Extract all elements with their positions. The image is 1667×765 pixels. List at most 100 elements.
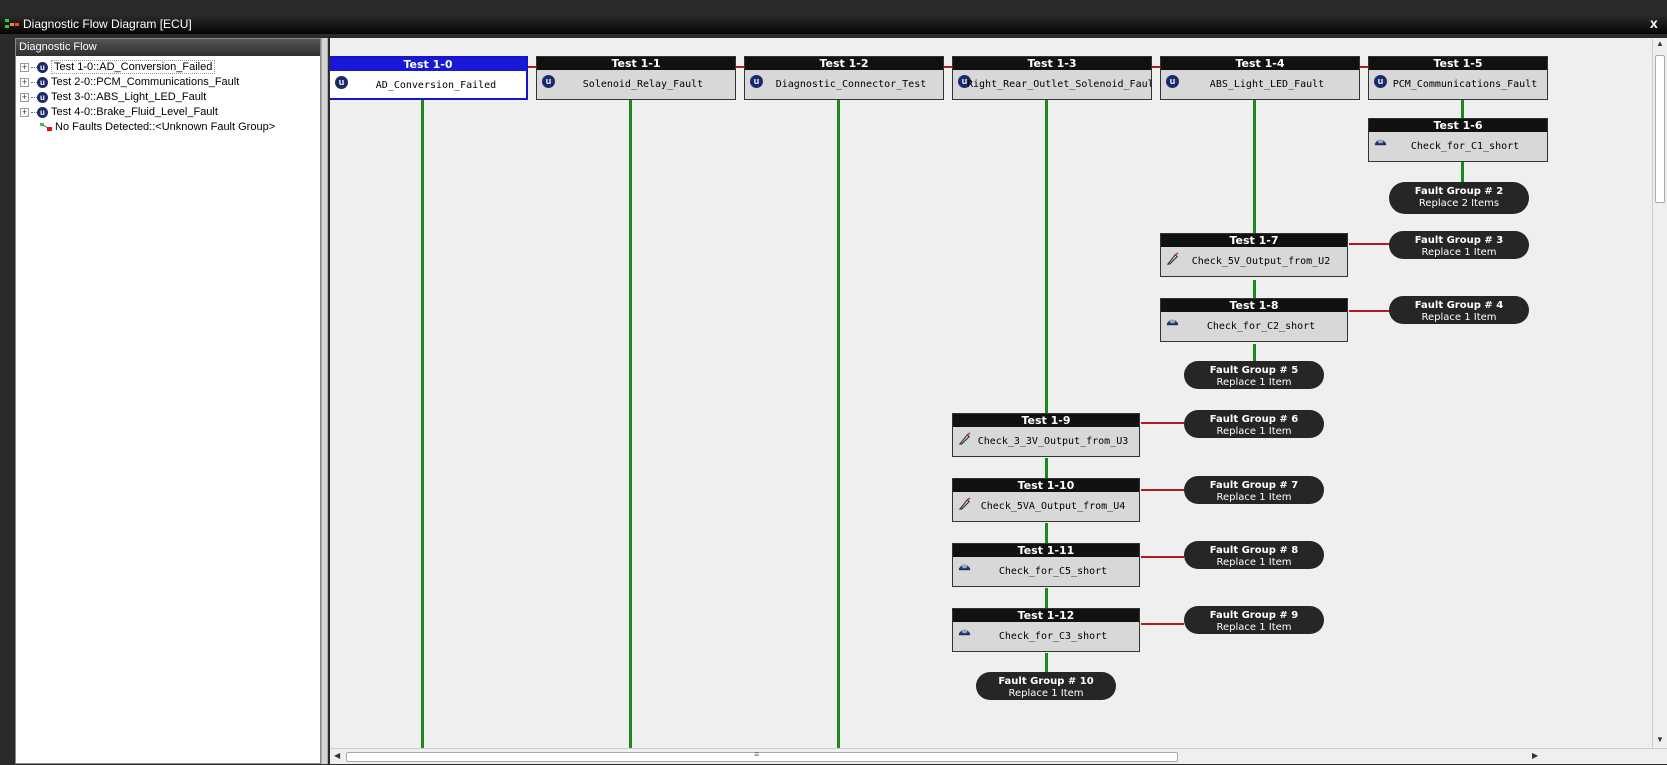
test-node-1-6[interactable]: Test 1-6 Check_for_C1_short [1368, 118, 1548, 162]
fault-group-action: Replace 1 Item [1216, 492, 1292, 503]
flow-diagram-canvas: Test 1-0 u AD_Conversion_Failed Test 1-1… [330, 38, 1652, 748]
test-node-1-10[interactable]: Test 1-10 Check_5VA_Output_from_U4 [952, 478, 1140, 522]
fault-group-title: Fault Group # 8 [1209, 545, 1299, 556]
fail-connector [1349, 310, 1392, 312]
test-node-1-9[interactable]: Test 1-9 Check_3_3V_Output_from_U3 [952, 413, 1140, 457]
tree-item-label: Test 3-0::ABS_Light_LED_Fault [51, 91, 207, 103]
test-node-1-12[interactable]: Test 1-12 Check_for_C3_short [952, 608, 1140, 652]
test-node-label: Check_for_C2_short [1206, 321, 1316, 332]
pane-splitter[interactable] [321, 38, 328, 764]
expand-icon[interactable]: + [20, 77, 29, 87]
grip-icon: ≡ [754, 749, 760, 759]
test-node-label: PCM_Communications_Fault [1392, 79, 1538, 90]
pass-connector [1045, 96, 1048, 414]
test-node-label: Check_for_C3_short [998, 631, 1108, 642]
test-node-label: Solenoid_Relay_Fault [582, 79, 704, 90]
fault-group-title: Fault Group # 10 [998, 676, 1094, 687]
flow-diagram-icon [5, 19, 19, 28]
fault-group-title: Fault Group # 9 [1209, 610, 1299, 621]
u-test-icon: u [37, 91, 48, 103]
diagnostic-flow-tree-panel: Diagnostic Flow + u Test 1-0::AD_Conversio… [15, 38, 321, 764]
test-node-title: Test 1-8 [1161, 299, 1347, 312]
fault-group-title: Fault Group # 4 [1414, 300, 1504, 311]
test-node-1-5[interactable]: Test 1-5 u PCM_Communications_Fault [1368, 56, 1548, 100]
expand-icon[interactable]: + [20, 92, 29, 102]
u-test-icon: u [37, 106, 48, 118]
vertical-scroll-thumb[interactable] [1655, 55, 1665, 203]
pass-connector [421, 96, 424, 748]
test-node-1-11[interactable]: Test 1-11 Check_for_C5_short [952, 543, 1140, 587]
fault-group-5[interactable]: Fault Group # 5 Replace 1 Item [1184, 361, 1324, 389]
tree-item-test-2-0[interactable]: + u Test 2-0::PCM_Communications_Fault [20, 75, 275, 90]
title-bar: Diagnostic Flow Diagram [ECU] x [0, 14, 1667, 34]
fault-group-2[interactable]: Fault Group # 2 Replace 2 Items [1389, 182, 1529, 214]
test-node-label: Check_for_C5_short [998, 566, 1108, 577]
test-node-label: ABS_Light_LED_Fault [1209, 79, 1325, 90]
test-node-1-7[interactable]: Test 1-7 Check_5V_Output_from_U2 [1160, 233, 1348, 277]
flow-tree: + u Test 1-0::AD_Conversion_Failed + u Test … [20, 60, 275, 135]
close-icon[interactable]: x [1650, 15, 1658, 31]
pass-connector [1045, 523, 1048, 545]
scroll-up-icon[interactable]: ▲ [1656, 39, 1664, 48]
test-node-label: Check_3_3V_Output_from_U3 [977, 436, 1129, 447]
fault-group-action: Replace 1 Item [1216, 426, 1292, 437]
fault-group-title: Fault Group # 3 [1414, 235, 1504, 246]
fault-group-9[interactable]: Fault Group # 9 Replace 1 Item [1184, 606, 1324, 634]
fault-group-7[interactable]: Fault Group # 7 Replace 1 Item [1184, 476, 1324, 504]
scroll-left-icon[interactable]: ◀ [334, 751, 340, 760]
diagnostic-flow-window: Diagnostic Flow Diagram [ECU] x Diagnost… [0, 0, 1667, 765]
tree-item-no-faults[interactable]: No Faults Detected::<Unknown Fault Group… [20, 120, 275, 135]
fault-group-3[interactable]: Fault Group # 3 Replace 1 Item [1389, 231, 1529, 259]
fail-connector [1141, 623, 1184, 625]
test-node-title: Test 1-6 [1369, 119, 1547, 132]
tree-item-label: No Faults Detected::<Unknown Fault Group… [55, 121, 276, 133]
pass-connector [837, 96, 840, 748]
test-node-title: Test 1-0 [330, 58, 526, 71]
fault-group-title: Fault Group # 5 [1209, 365, 1299, 376]
test-node-title: Test 1-5 [1369, 57, 1547, 70]
fault-group-8[interactable]: Fault Group # 8 Replace 1 Item [1184, 541, 1324, 569]
fault-group-title: Fault Group # 6 [1209, 414, 1299, 425]
test-node-1-2[interactable]: Test 1-2 u Diagnostic_Connector_Test [744, 56, 944, 100]
tree-item-test-3-0[interactable]: + u Test 3-0::ABS_Light_LED_Fault [20, 90, 275, 105]
horizontal-scroll-thumb[interactable]: ≡ [346, 749, 1178, 762]
test-node-1-8[interactable]: Test 1-8 Check_for_C2_short [1160, 298, 1348, 342]
tree-item-label: Test 4-0::Brake_Fluid_Level_Fault [51, 106, 218, 118]
test-node-title: Test 1-2 [745, 57, 943, 70]
panel-header: Diagnostic Flow [16, 39, 320, 56]
window-title: Diagnostic Flow Diagram [ECU] [23, 17, 192, 31]
expand-icon[interactable]: + [20, 62, 29, 72]
test-node-label: AD_Conversion_Failed [375, 80, 497, 91]
pass-connector [1253, 96, 1256, 237]
test-node-1-3[interactable]: Test 1-3 u Right_Rear_Outlet_Solenoid_Fa… [952, 56, 1152, 100]
pass-connector [629, 96, 632, 748]
fault-group-4[interactable]: Fault Group # 4 Replace 1 Item [1389, 296, 1529, 324]
horizontal-scrollbar[interactable]: ◀ ≡ ▶ [330, 748, 1667, 764]
u-test-icon: u [37, 76, 48, 88]
u-test-icon: u [37, 61, 48, 73]
fault-group-6[interactable]: Fault Group # 6 Replace 1 Item [1184, 410, 1324, 438]
scroll-right-icon[interactable]: ▶ [1532, 751, 1538, 760]
no-fault-icon [40, 123, 52, 132]
tree-item-test-4-0[interactable]: + u Test 4-0::Brake_Fluid_Level_Fault [20, 105, 275, 120]
scroll-down-icon[interactable]: ▼ [1656, 735, 1664, 744]
tree-item-label: Test 2-0::PCM_Communications_Fault [51, 76, 240, 88]
test-node-1-1[interactable]: Test 1-1 u Solenoid_Relay_Fault [536, 56, 736, 100]
expand-icon[interactable]: + [20, 107, 29, 117]
fault-group-10[interactable]: Fault Group # 10 Replace 1 Item [976, 672, 1116, 700]
test-node-1-0[interactable]: Test 1-0 u AD_Conversion_Failed [330, 56, 528, 100]
test-node-1-4[interactable]: Test 1-4 u ABS_Light_LED_Fault [1160, 56, 1360, 100]
test-node-title: Test 1-11 [953, 544, 1139, 557]
test-node-title: Test 1-7 [1161, 234, 1347, 247]
test-node-label: Right_Rear_Outlet_Solenoid_Fault [967, 79, 1151, 90]
pass-connector [1045, 458, 1048, 480]
fault-group-title: Fault Group # 2 [1414, 186, 1504, 197]
fault-group-action: Replace 1 Item [1216, 377, 1292, 388]
pass-connector [1045, 588, 1048, 610]
fault-group-action: Replace 1 Item [1421, 312, 1497, 323]
fault-group-action: Replace 1 Item [1008, 688, 1084, 699]
vertical-scrollbar[interactable]: ▲ ▼ [1652, 38, 1667, 748]
tree-item-label: Test 1-0::AD_Conversion_Failed [51, 60, 216, 74]
test-node-title: Test 1-12 [953, 609, 1139, 622]
tree-item-test-1-0[interactable]: + u Test 1-0::AD_Conversion_Failed [20, 60, 275, 75]
